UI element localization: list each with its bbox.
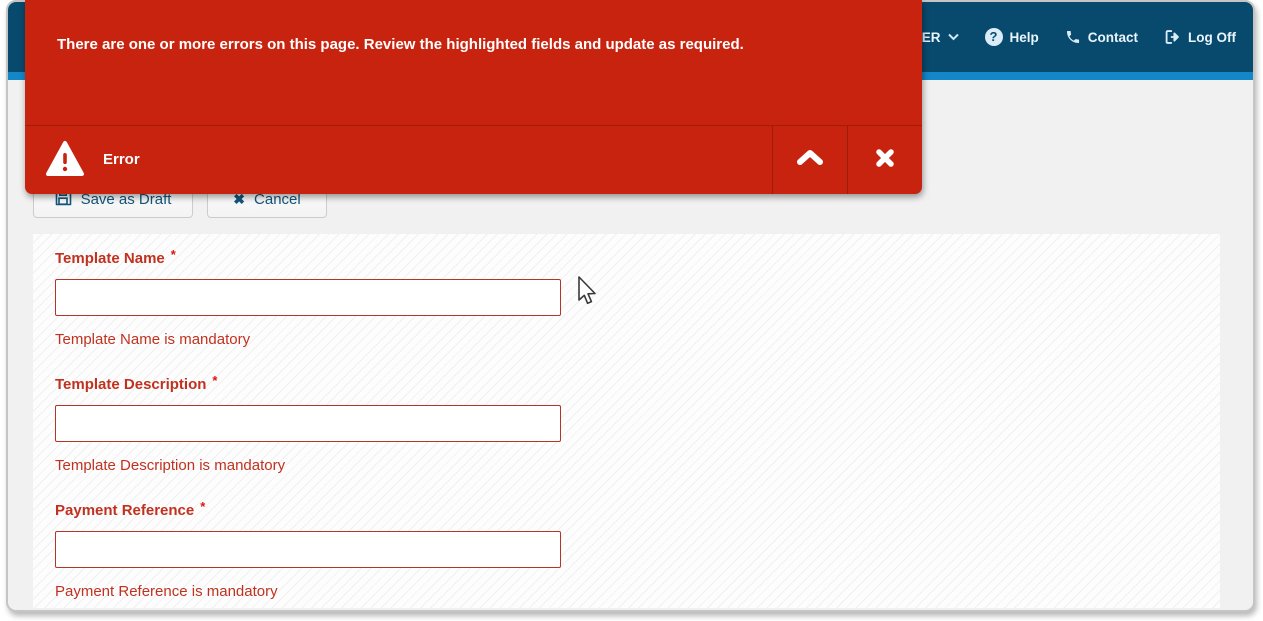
- phone-icon: [1065, 29, 1081, 45]
- chevron-up-icon: [797, 150, 823, 170]
- template-name-error: Template Name is mandatory: [55, 331, 595, 349]
- close-error-button[interactable]: [847, 126, 922, 194]
- template-description-error: Template Description is mandatory: [55, 457, 595, 475]
- required-asterisk: *: [171, 247, 176, 262]
- logoff-link[interactable]: Log Off: [1164, 29, 1236, 45]
- close-x-icon: [876, 149, 894, 172]
- field-group-payment-reference: Payment Reference * Payment Reference is …: [55, 502, 595, 601]
- payment-reference-input[interactable]: [55, 531, 561, 568]
- label-text: Payment Reference: [55, 502, 194, 519]
- error-title: Error: [103, 151, 140, 168]
- template-description-input[interactable]: [55, 405, 561, 442]
- required-asterisk: *: [200, 499, 205, 514]
- chevron-down-icon: [948, 33, 959, 41]
- required-asterisk: *: [212, 373, 217, 388]
- help-link[interactable]: ? Help: [985, 28, 1039, 46]
- label-text: Template Name: [55, 250, 165, 267]
- help-label: Help: [1010, 30, 1039, 45]
- help-icon: ?: [985, 28, 1003, 46]
- error-message: There are one or more errors on this pag…: [57, 36, 892, 53]
- form-card: Template Name * Template Name is mandator…: [33, 234, 1220, 608]
- collapse-error-button[interactable]: [772, 126, 847, 194]
- payment-reference-label: Payment Reference *: [55, 502, 595, 520]
- warning-triangle-icon: [45, 140, 85, 183]
- payment-reference-error: Payment Reference is mandatory: [55, 583, 595, 601]
- template-name-input[interactable]: [55, 279, 561, 316]
- template-name-label: Template Name *: [55, 250, 595, 268]
- field-group-template-description: Template Description * Template Descripti…: [55, 376, 595, 475]
- template-description-label: Template Description *: [55, 376, 595, 394]
- contact-label: Contact: [1088, 30, 1138, 45]
- logoff-label: Log Off: [1188, 30, 1236, 45]
- field-group-template-name: Template Name * Template Name is mandator…: [55, 250, 595, 349]
- label-text: Template Description: [55, 376, 206, 393]
- contact-link[interactable]: Contact: [1065, 29, 1138, 45]
- header-nav: EMO USER ? Help Contact Log Off: [868, 2, 1253, 72]
- error-panel-header: Error: [25, 126, 922, 194]
- logoff-icon: [1164, 29, 1181, 45]
- error-notification-panel: There are one or more errors on this pag…: [25, 0, 922, 194]
